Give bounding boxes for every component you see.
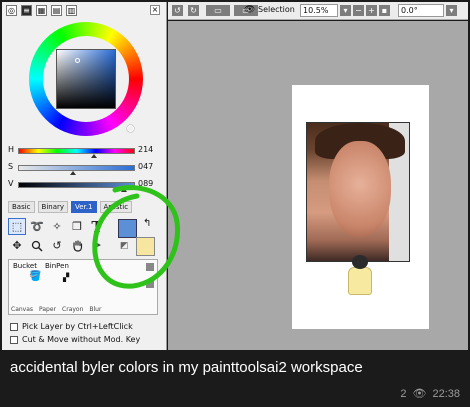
- color-bars-icon[interactable]: ≡: [21, 5, 32, 16]
- scratchpad-icon[interactable]: ▥: [66, 5, 77, 16]
- tab-binary[interactable]: Binary: [37, 201, 69, 213]
- color-wheel-icon[interactable]: ◎: [6, 5, 17, 16]
- rect-select-icon[interactable]: ⬚: [8, 218, 26, 235]
- zoom-reset-icon[interactable]: ▪: [379, 5, 390, 16]
- hue-track[interactable]: [18, 148, 135, 154]
- pick-layer-option[interactable]: Pick Layer by Ctrl+LeftClick: [10, 321, 133, 332]
- hue-value[interactable]: 214: [138, 145, 153, 154]
- zoom-in-icon[interactable]: +: [366, 5, 377, 16]
- brush-scroll-down[interactable]: [146, 280, 154, 288]
- screenshot-frame: ◎ ≡ ▦ ▤ ▥ × H 214 S 047 V 089 Basic Bina…: [0, 0, 470, 407]
- hue-label: H: [8, 145, 15, 154]
- panel-icon-bar: ◎ ≡ ▦ ▤ ▥: [6, 5, 77, 19]
- tab-basic[interactable]: Basic: [8, 201, 35, 213]
- brush-bucket-label[interactable]: Bucket: [13, 262, 37, 270]
- redo-icon[interactable]: ↻: [188, 5, 199, 16]
- eyedropper-icon[interactable]: ✒: [88, 237, 106, 254]
- cut-move-label: Cut & Move without Mod. Key: [22, 335, 141, 344]
- close-icon[interactable]: ×: [150, 5, 160, 15]
- zoom-out-icon[interactable]: −: [353, 5, 364, 16]
- chibi-sticker-layer[interactable]: [342, 255, 378, 297]
- post-stats: 2 👁 22:38: [400, 387, 460, 401]
- saturation-value-square[interactable]: [56, 49, 116, 109]
- hue-thumb[interactable]: [91, 154, 97, 158]
- pick-layer-label: Pick Layer by Ctrl+LeftClick: [22, 322, 133, 331]
- selection-label[interactable]: Selection: [258, 5, 295, 14]
- sv-marker[interactable]: [75, 58, 80, 63]
- mixer-icon[interactable]: ▤: [51, 5, 62, 16]
- undo-icon[interactable]: ↺: [172, 5, 183, 16]
- value-label: V: [8, 179, 14, 188]
- post-caption: accidental byler colors in my painttools…: [10, 359, 363, 376]
- transform-icon[interactable]: ❐: [68, 218, 86, 235]
- eye-icon[interactable]: 👁: [244, 5, 255, 15]
- magnifier-icon: [31, 240, 43, 252]
- zoom-icon[interactable]: [28, 237, 46, 254]
- rotation-dropdown-icon[interactable]: ▾: [446, 5, 457, 16]
- cut-move-option[interactable]: Cut & Move without Mod. Key: [10, 334, 140, 345]
- binpen-icon[interactable]: ▞: [63, 273, 69, 282]
- swap-colors-icon[interactable]: ↰: [143, 218, 151, 229]
- transparent-color-icon[interactable]: ◩: [120, 241, 129, 251]
- value-track[interactable]: [18, 182, 135, 188]
- brush-scroll-up[interactable]: [146, 263, 154, 271]
- value-value[interactable]: 089: [138, 179, 153, 188]
- text-icon[interactable]: T: [88, 218, 106, 236]
- post-time: 22:38: [432, 387, 460, 400]
- pick-layer-checkbox[interactable]: [10, 322, 18, 331]
- sticker-body: [348, 267, 372, 295]
- move-icon[interactable]: ✥: [8, 237, 26, 254]
- saturation-value[interactable]: 047: [138, 162, 153, 171]
- rotation-field[interactable]: 0.0°: [398, 4, 444, 17]
- tool-panel: ◎ ≡ ▦ ▤ ▥ × H 214 S 047 V 089 Basic Bina…: [2, 2, 167, 350]
- deselect-button[interactable]: ▭: [206, 5, 230, 16]
- secondary-color-swatch[interactable]: [136, 237, 155, 256]
- brush-crayon-label[interactable]: Crayon: [62, 306, 83, 316]
- lasso-icon[interactable]: ➰: [28, 218, 46, 235]
- tab-artistic[interactable]: Artistic: [99, 201, 133, 213]
- bucket-icon[interactable]: 🪣: [29, 271, 41, 282]
- zoom-field[interactable]: 10.5%: [300, 4, 338, 17]
- tool-grid: ⬚ ➰ ✧ ❐ T ✥ ↺ ✒: [8, 218, 106, 254]
- sticker-head: [352, 255, 368, 269]
- eye-icon: 👁: [412, 388, 427, 400]
- brush-paper-label[interactable]: Paper: [39, 306, 56, 316]
- magic-wand-icon[interactable]: ✧: [48, 218, 66, 235]
- saturation-track[interactable]: [18, 165, 135, 171]
- brush-blur-label[interactable]: Blur: [89, 306, 101, 316]
- saturation-label: S: [8, 162, 14, 171]
- hand-shape-icon: [72, 239, 82, 252]
- swatch-grid-icon[interactable]: ▦: [36, 5, 47, 16]
- brush-binpen-label[interactable]: BinPen: [45, 262, 69, 270]
- brush-row-2: Canvas Paper Crayon Blur: [9, 306, 157, 316]
- primary-color-swatch[interactable]: [118, 219, 137, 238]
- color-wheel[interactable]: [29, 22, 143, 136]
- view-count: 2: [400, 387, 407, 400]
- hand-icon[interactable]: [68, 237, 86, 254]
- brush-panel: Bucket BinPen 🪣 ▞ Canvas Paper Crayon Bl…: [8, 259, 158, 315]
- saturation-slider[interactable]: S 047: [8, 162, 158, 175]
- value-slider[interactable]: V 089: [8, 179, 158, 192]
- saturation-thumb[interactable]: [70, 171, 76, 175]
- brush-canvas-label[interactable]: Canvas: [11, 306, 33, 316]
- value-thumb[interactable]: [121, 188, 127, 192]
- pasted-photo-layer[interactable]: [306, 122, 410, 262]
- canvas-toolbar: ↺ ↻ ▭ ▭ 👁 Selection 10.5% ▾ − + ▪ 0.0° ▾: [168, 2, 468, 20]
- tab-ver1[interactable]: Ver.1: [71, 201, 97, 213]
- hue-slider[interactable]: H 214: [8, 145, 158, 158]
- photo-face: [329, 141, 391, 237]
- zoom-dropdown-icon[interactable]: ▾: [340, 5, 351, 16]
- cut-move-checkbox[interactable]: [10, 335, 18, 344]
- hue-marker[interactable]: [127, 125, 134, 132]
- rotate-icon[interactable]: ↺: [48, 237, 66, 254]
- tool-set-tabs: Basic Binary Ver.1 Artistic: [8, 201, 133, 213]
